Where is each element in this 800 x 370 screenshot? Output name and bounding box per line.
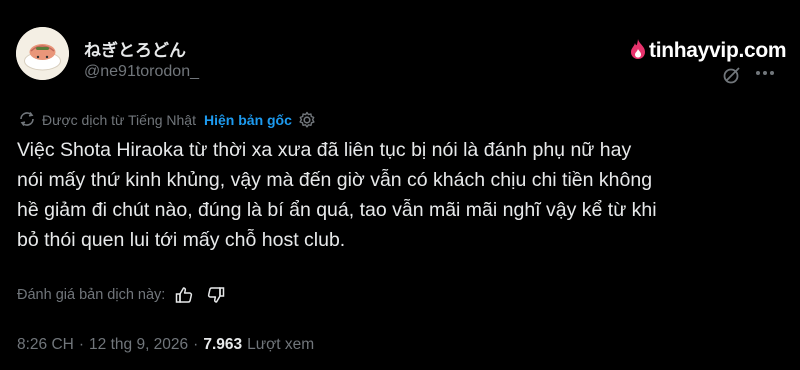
- separator: ·: [193, 336, 199, 353]
- watermark-text: tinhayvip.com: [649, 39, 787, 62]
- display-name[interactable]: ねぎとろどん: [84, 36, 186, 61]
- thumbs-down-icon[interactable]: [207, 286, 225, 304]
- rate-translation-label: Đánh giá bản dịch này:: [17, 287, 166, 303]
- views-label: Lượt xem: [247, 336, 315, 353]
- views-count: 7.963: [203, 336, 243, 353]
- more-icon[interactable]: [756, 71, 774, 75]
- user-handle[interactable]: @ne91torodon_: [84, 63, 199, 81]
- tweet-text-line: nói mấy thứ kinh khủng, vậy mà đến giờ v…: [17, 169, 653, 191]
- grok-icon[interactable]: [722, 65, 742, 90]
- gear-icon[interactable]: [298, 111, 316, 129]
- fire-icon: [630, 38, 646, 64]
- tweet-text-line: Việc Shota Hiraoka từ thời xa xưa đã liê…: [17, 139, 632, 161]
- show-original-link[interactable]: Hiện bản gốc: [204, 112, 292, 128]
- tweet-date[interactable]: 12 thg 9, 2026: [89, 336, 188, 354]
- thumbs-up-icon[interactable]: [175, 286, 193, 304]
- translation-bar: Được dịch từ Tiếng Nhật Hiện bản gốc: [18, 110, 316, 130]
- watermark-logo: tinhayvip.com: [630, 38, 787, 64]
- rate-translation-row: Đánh giá bản dịch này:: [17, 284, 225, 306]
- separator: ·: [78, 336, 85, 353]
- tweet-text-line: bỏ thói quen lui tới mấy chỗ host club.: [17, 229, 346, 251]
- translated-from-label: Được dịch từ Tiếng Nhật: [42, 112, 196, 128]
- avatar[interactable]: [16, 27, 69, 80]
- tweet-header: ねぎとろどん @ne91torodon_ tinhayvip.com: [16, 27, 787, 90]
- tweet-text-line: hề giảm đi chút nào, đúng là bí ẩn quá, …: [17, 199, 657, 221]
- tweet-time[interactable]: 8:26 CH: [17, 336, 74, 354]
- tweet-text: Việc Shota Hiraoka từ thời xa xưa đã liê…: [17, 135, 787, 255]
- translate-icon: [18, 110, 36, 131]
- tweet-meta: 8:26 CH · 12 thg 9, 2026 · 7.963 Lượt xe…: [17, 334, 314, 356]
